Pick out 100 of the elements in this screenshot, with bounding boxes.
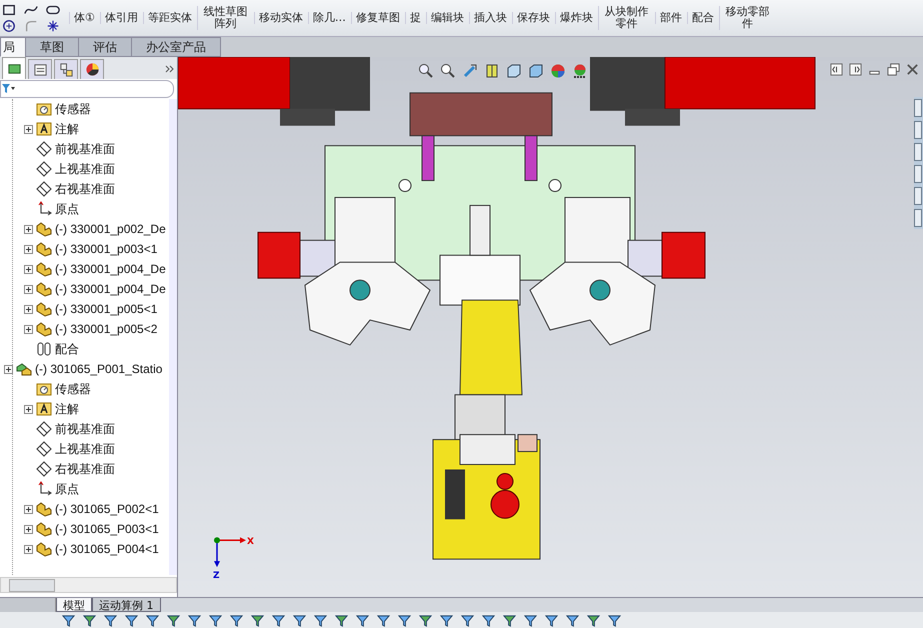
tree-item[interactable]: 注解 xyxy=(55,120,79,138)
ribbon-button[interactable]: 线性草图阵列 xyxy=(196,6,253,30)
origin-icon xyxy=(36,481,52,497)
color-pie-icon xyxy=(84,62,100,77)
expand-toggle[interactable] xyxy=(24,264,33,274)
tree-item[interactable]: (-) 301065_P003<1 xyxy=(55,522,159,536)
task-pane-tab-icon[interactable] xyxy=(914,187,922,205)
close-icon[interactable] xyxy=(906,63,919,76)
ribbon-button[interactable]: 修复草图 xyxy=(350,12,404,24)
ribbon-button[interactable]: 插入块 xyxy=(468,12,511,24)
split-left-icon[interactable] xyxy=(830,63,843,76)
tree-item[interactable]: (-) 301065_P002<1 xyxy=(55,502,159,516)
command-tab[interactable]: 评估 xyxy=(78,37,132,57)
command-tab[interactable]: 办公室产品 xyxy=(131,37,221,57)
command-tab[interactable]: 局 xyxy=(0,37,26,57)
plane-icon xyxy=(36,441,52,457)
tree-item[interactable]: (-) 301065_P004<1 xyxy=(55,542,159,556)
zoom-area-icon[interactable] xyxy=(440,63,456,79)
expand-toggle[interactable] xyxy=(24,524,33,534)
tree-item[interactable]: 上视基准面 xyxy=(55,160,115,178)
tree-item[interactable]: 原点 xyxy=(55,480,79,498)
expand-toggle[interactable] xyxy=(24,404,33,414)
tree-structure-icon xyxy=(58,62,74,77)
tree-item[interactable]: 原点 xyxy=(55,200,79,218)
ribbon-button[interactable]: 除几… xyxy=(308,12,350,24)
tree-item[interactable]: 注解 xyxy=(55,400,79,418)
tree-item[interactable]: (-) 330001_p002_De xyxy=(55,222,166,236)
part-icon xyxy=(36,221,52,237)
expand-toggle[interactable] xyxy=(24,544,33,554)
axis-triad-icon xyxy=(214,537,246,568)
tree-item[interactable]: 右视基准面 xyxy=(55,180,115,198)
ribbon-button[interactable]: 从块制作零件 xyxy=(598,6,654,30)
display-style-icon[interactable] xyxy=(528,63,544,79)
expand-toggle[interactable] xyxy=(4,364,13,374)
tree-item[interactable]: (-) 330001_p004_De xyxy=(55,262,166,276)
command-tab[interactable]: 草图 xyxy=(25,37,79,57)
feature-tree-tab[interactable] xyxy=(2,57,26,79)
ribbon-button[interactable]: 部件 xyxy=(654,12,686,24)
display-tab[interactable] xyxy=(80,59,104,79)
point-tool-icon[interactable] xyxy=(46,19,60,33)
tree-item[interactable]: (-) 330001_p004_De xyxy=(55,282,166,296)
expand-toggle[interactable] xyxy=(24,304,33,314)
expand-toggle[interactable] xyxy=(24,284,33,294)
part-icon xyxy=(36,281,52,297)
scrollbar-thumb[interactable] xyxy=(9,579,55,592)
part-icon xyxy=(36,521,52,537)
slot-tool-icon[interactable] xyxy=(46,3,60,17)
filter-icon xyxy=(2,84,16,94)
tree-item[interactable]: (-) 330001_p003<1 xyxy=(55,242,158,256)
ribbon-button[interactable]: 捉 xyxy=(404,12,425,24)
expand-toggle[interactable] xyxy=(24,504,33,514)
ribbon-button[interactable]: 移动实体 xyxy=(254,12,307,24)
task-pane-tab-icon[interactable] xyxy=(914,165,922,183)
configuration-tab[interactable] xyxy=(54,59,78,79)
tree-item[interactable]: (-) 301065_P001_Statio xyxy=(35,362,162,376)
tree-item[interactable]: (-) 330001_p005<1 xyxy=(55,302,158,316)
tree-item[interactable]: 前视基准面 xyxy=(55,140,115,158)
expand-toggle[interactable] xyxy=(24,224,33,234)
zoom-to-fit-icon[interactable] xyxy=(418,63,434,79)
tree-item[interactable]: 前视基准面 xyxy=(55,420,115,438)
polygon-tool-icon[interactable] xyxy=(2,19,16,33)
property-tab[interactable] xyxy=(28,59,52,79)
horizontal-scrollbar[interactable] xyxy=(0,577,177,593)
view-orientation-icon[interactable] xyxy=(506,63,522,79)
tree-item[interactable]: 右视基准面 xyxy=(55,460,115,478)
ribbon-button[interactable]: 保存块 xyxy=(512,12,554,24)
expand-toggle[interactable] xyxy=(24,324,33,334)
previous-view-icon[interactable] xyxy=(462,63,478,79)
ribbon-button[interactable]: 体① xyxy=(69,12,99,24)
task-pane-tab-icon[interactable] xyxy=(914,121,922,139)
ribbon-button[interactable]: 等距实体 xyxy=(142,12,196,24)
view-tab[interactable]: 模型 xyxy=(56,598,92,612)
section-view-icon[interactable] xyxy=(484,63,500,79)
appearance-sphere-icon[interactable] xyxy=(550,63,566,79)
rectangle-tool-icon[interactable] xyxy=(2,3,16,17)
more-chevron-icon[interactable] xyxy=(165,64,175,74)
annotation-folder-icon xyxy=(36,121,52,137)
part-icon xyxy=(36,321,52,337)
task-pane-tab-icon[interactable] xyxy=(914,99,922,117)
filter-field[interactable] xyxy=(0,80,174,98)
restore-icon[interactable] xyxy=(887,63,900,76)
task-pane-tab-icon[interactable] xyxy=(914,143,922,161)
tree-item[interactable]: 传感器 xyxy=(55,100,91,118)
axis-label: X xyxy=(247,537,254,548)
expand-toggle[interactable] xyxy=(24,124,33,134)
ribbon-button[interactable]: 配合 xyxy=(686,12,718,24)
ribbon-button[interactable]: 移动零部件 xyxy=(718,6,775,30)
tree-item[interactable]: 传感器 xyxy=(55,380,91,398)
property-sheet-icon xyxy=(32,62,48,77)
ribbon-button[interactable]: 编辑块 xyxy=(426,12,468,24)
ribbon-button[interactable]: 体引用 xyxy=(100,12,142,24)
tree-item[interactable]: 上视基准面 xyxy=(55,440,115,458)
expand-toggle[interactable] xyxy=(24,244,33,254)
scene-sphere-icon[interactable] xyxy=(572,63,588,79)
tree-item[interactable]: 配合 xyxy=(55,340,79,358)
ribbon-button[interactable]: 爆炸块 xyxy=(554,12,597,24)
view-tab[interactable]: 运动算例 1 xyxy=(92,598,160,612)
task-pane-tab-icon[interactable] xyxy=(914,209,922,227)
tree-item[interactable]: (-) 330001_p005<2 xyxy=(55,322,158,336)
split-right-icon[interactable] xyxy=(849,63,862,76)
